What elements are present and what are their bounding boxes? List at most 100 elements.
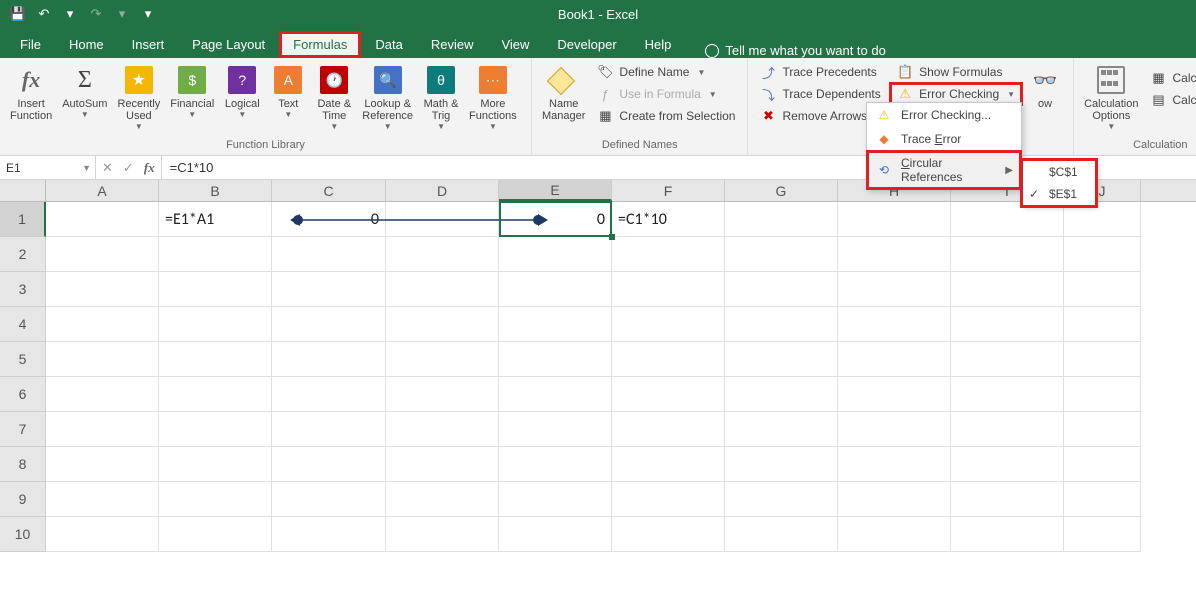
cell[interactable] bbox=[612, 377, 725, 412]
math-trig-button[interactable]: θ Math & Trig ▼ bbox=[419, 62, 463, 133]
cell[interactable] bbox=[159, 517, 272, 552]
calculate-sheet-button[interactable]: ▤ Calculate S bbox=[1144, 90, 1196, 110]
cell[interactable] bbox=[272, 237, 386, 272]
tab-data[interactable]: Data bbox=[361, 31, 416, 58]
cell[interactable] bbox=[1064, 447, 1141, 482]
cell[interactable] bbox=[838, 447, 951, 482]
cell-b1[interactable]: =E1*A1 bbox=[159, 202, 272, 237]
cell[interactable] bbox=[386, 377, 499, 412]
tab-view[interactable]: View bbox=[487, 31, 543, 58]
cell[interactable] bbox=[1064, 307, 1141, 342]
row-header-9[interactable]: 9 bbox=[0, 482, 46, 517]
cell[interactable] bbox=[499, 412, 612, 447]
cell[interactable] bbox=[1064, 237, 1141, 272]
tab-home[interactable]: Home bbox=[55, 31, 118, 58]
cell[interactable] bbox=[1064, 412, 1141, 447]
circular-ref-item-e1[interactable]: ✓ $E$1 bbox=[1023, 183, 1095, 205]
cell[interactable] bbox=[386, 237, 499, 272]
cell-f1[interactable]: =C1*10 bbox=[612, 202, 725, 237]
cell[interactable] bbox=[1064, 517, 1141, 552]
define-name-button[interactable]: 🏷 Define Name ▼ bbox=[591, 62, 741, 82]
cell[interactable] bbox=[951, 447, 1064, 482]
fx-icon[interactable]: fx bbox=[144, 160, 155, 176]
cell[interactable] bbox=[1064, 377, 1141, 412]
cell[interactable] bbox=[725, 482, 838, 517]
cell[interactable] bbox=[725, 447, 838, 482]
menu-circular-references[interactable]: ⟲ Circular References ▶ bbox=[867, 151, 1021, 189]
cell[interactable] bbox=[838, 377, 951, 412]
name-manager-button[interactable]: Name Manager bbox=[538, 62, 589, 124]
cell[interactable] bbox=[386, 412, 499, 447]
enter-icon[interactable]: ✓ bbox=[123, 160, 134, 176]
cell[interactable] bbox=[612, 342, 725, 377]
row-header-2[interactable]: 2 bbox=[0, 237, 46, 272]
cell[interactable] bbox=[612, 272, 725, 307]
cell[interactable] bbox=[499, 517, 612, 552]
cell[interactable] bbox=[725, 412, 838, 447]
cell[interactable] bbox=[159, 307, 272, 342]
cell[interactable] bbox=[272, 517, 386, 552]
cell[interactable] bbox=[386, 342, 499, 377]
cell[interactable] bbox=[46, 412, 159, 447]
text-button[interactable]: A Text ▼ bbox=[266, 62, 310, 121]
cell[interactable] bbox=[272, 342, 386, 377]
cell[interactable] bbox=[272, 272, 386, 307]
cell[interactable] bbox=[951, 412, 1064, 447]
error-checking-button[interactable]: ⚠ Error Checking ▼ bbox=[891, 84, 1021, 104]
cancel-icon[interactable]: ✕ bbox=[102, 160, 113, 176]
cell[interactable] bbox=[725, 237, 838, 272]
cell-c1[interactable]: 0 bbox=[272, 202, 386, 237]
cell[interactable] bbox=[499, 482, 612, 517]
save-icon[interactable]: 💾 bbox=[6, 3, 30, 25]
cell[interactable] bbox=[159, 482, 272, 517]
cell[interactable] bbox=[838, 237, 951, 272]
cell[interactable] bbox=[159, 237, 272, 272]
cell[interactable] bbox=[499, 447, 612, 482]
cell[interactable] bbox=[951, 272, 1064, 307]
circular-ref-item-c1[interactable]: $C$1 bbox=[1023, 161, 1095, 183]
cell[interactable] bbox=[612, 482, 725, 517]
row-header-5[interactable]: 5 bbox=[0, 342, 46, 377]
row-header-8[interactable]: 8 bbox=[0, 447, 46, 482]
tab-formulas[interactable]: Formulas bbox=[279, 31, 361, 58]
cell-g1[interactable] bbox=[725, 202, 838, 237]
select-all-corner[interactable] bbox=[0, 180, 46, 201]
calculation-options-button[interactable]: Calculation Options ▼ bbox=[1080, 62, 1142, 133]
autosum-button[interactable]: Σ AutoSum ▼ bbox=[58, 62, 111, 121]
tab-insert[interactable]: Insert bbox=[118, 31, 179, 58]
tab-file[interactable]: File bbox=[6, 31, 55, 58]
cell[interactable] bbox=[951, 482, 1064, 517]
cell-e1[interactable]: 0 bbox=[499, 202, 612, 237]
cell[interactable] bbox=[612, 447, 725, 482]
cell[interactable] bbox=[386, 482, 499, 517]
row-header-7[interactable]: 7 bbox=[0, 412, 46, 447]
row-header-1[interactable]: 1 bbox=[0, 202, 46, 237]
tab-help[interactable]: Help bbox=[631, 31, 686, 58]
cell[interactable] bbox=[951, 307, 1064, 342]
tab-review[interactable]: Review bbox=[417, 31, 488, 58]
calculate-now-button[interactable]: ▦ Calculate N bbox=[1144, 68, 1196, 88]
cell[interactable] bbox=[612, 517, 725, 552]
cell[interactable] bbox=[612, 307, 725, 342]
cell[interactable] bbox=[272, 377, 386, 412]
trace-precedents-button[interactable]: ⤴ Trace Precedents bbox=[754, 62, 889, 82]
chevron-down-icon[interactable]: ▼ bbox=[82, 163, 91, 173]
cell[interactable] bbox=[1064, 482, 1141, 517]
col-header-g[interactable]: G bbox=[725, 180, 838, 201]
tab-developer[interactable]: Developer bbox=[543, 31, 630, 58]
undo-icon[interactable]: ↶ bbox=[32, 3, 56, 25]
watch-window-button[interactable]: 👓 ow bbox=[1023, 62, 1067, 112]
logical-button[interactable]: ? Logical ▼ bbox=[220, 62, 264, 121]
col-header-b[interactable]: B bbox=[159, 180, 272, 201]
cell[interactable] bbox=[951, 377, 1064, 412]
cell[interactable] bbox=[46, 342, 159, 377]
cell[interactable] bbox=[725, 272, 838, 307]
cell[interactable] bbox=[46, 447, 159, 482]
cell[interactable] bbox=[272, 482, 386, 517]
cell[interactable] bbox=[951, 237, 1064, 272]
cell[interactable] bbox=[725, 377, 838, 412]
cell[interactable] bbox=[951, 342, 1064, 377]
cell[interactable] bbox=[725, 342, 838, 377]
lookup-reference-button[interactable]: 🔍 Lookup & Reference ▼ bbox=[358, 62, 417, 133]
cell[interactable] bbox=[272, 412, 386, 447]
